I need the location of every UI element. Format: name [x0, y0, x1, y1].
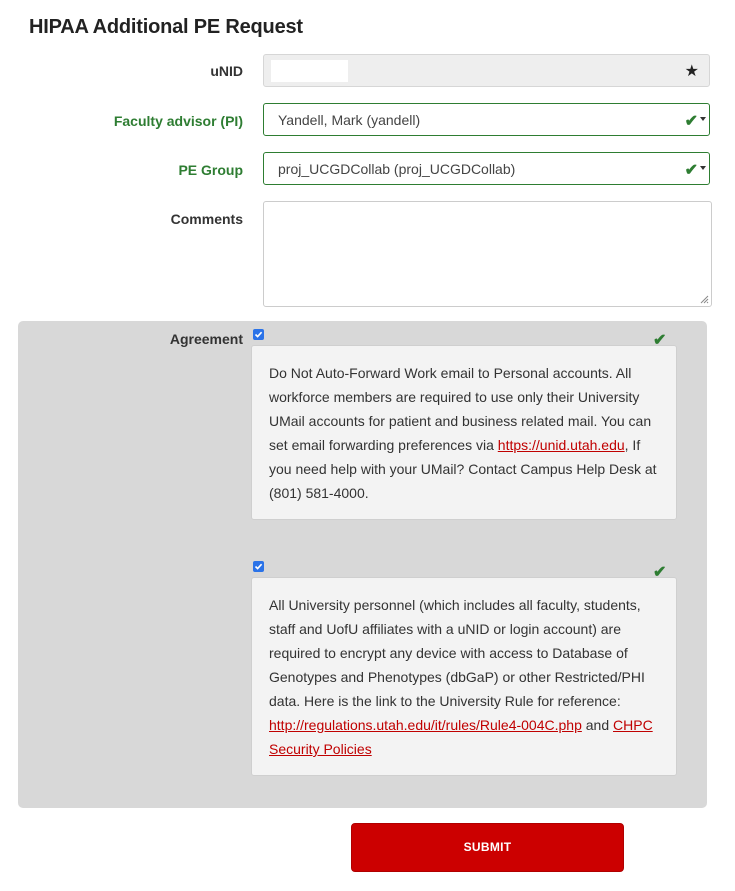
pe-group-value: proj_UCGDCollab (proj_UCGDCollab) [278, 161, 516, 177]
agreement-checkbox-2[interactable] [253, 561, 264, 572]
agreement-2-text-b: and [581, 717, 614, 733]
agreement-text-box-2: All University personnel (which includes… [251, 577, 677, 776]
agreement-text-box-1: Do Not Auto-Forward Work email to Person… [251, 345, 677, 520]
unid-field: ★ [263, 54, 710, 87]
submit-button[interactable]: SUBMIT [351, 823, 624, 872]
comments-textarea[interactable] [263, 201, 712, 307]
unid-label: uNID [210, 63, 243, 79]
agreement-2-text-a: All University personnel (which includes… [269, 597, 645, 709]
valid-check-icon: ✔ [684, 162, 698, 179]
chevron-down-icon[interactable] [700, 117, 706, 121]
faculty-advisor-select[interactable]: Yandell, Mark (yandell) ✔ [263, 103, 710, 136]
unid-link[interactable]: https://unid.utah.edu [498, 437, 625, 453]
pe-group-label: PE Group [178, 162, 243, 178]
page-title: HIPAA Additional PE Request [29, 16, 303, 38]
comments-label: Comments [170, 211, 243, 227]
resize-grip-icon[interactable] [699, 294, 709, 304]
chevron-down-icon[interactable] [700, 166, 706, 170]
university-rule-link[interactable]: http://regulations.utah.edu/it/rules/Rul… [269, 717, 582, 733]
agreement-checkbox-1[interactable] [253, 329, 264, 340]
agreement-label: Agreement [169, 331, 243, 347]
faculty-advisor-label: Faculty advisor (PI) [113, 113, 243, 129]
unid-value-masked [271, 60, 348, 82]
pe-group-select[interactable]: proj_UCGDCollab (proj_UCGDCollab) ✔ [263, 152, 710, 185]
star-icon: ★ [684, 63, 699, 80]
valid-check-icon: ✔ [684, 113, 698, 130]
faculty-advisor-value: Yandell, Mark (yandell) [278, 112, 421, 128]
